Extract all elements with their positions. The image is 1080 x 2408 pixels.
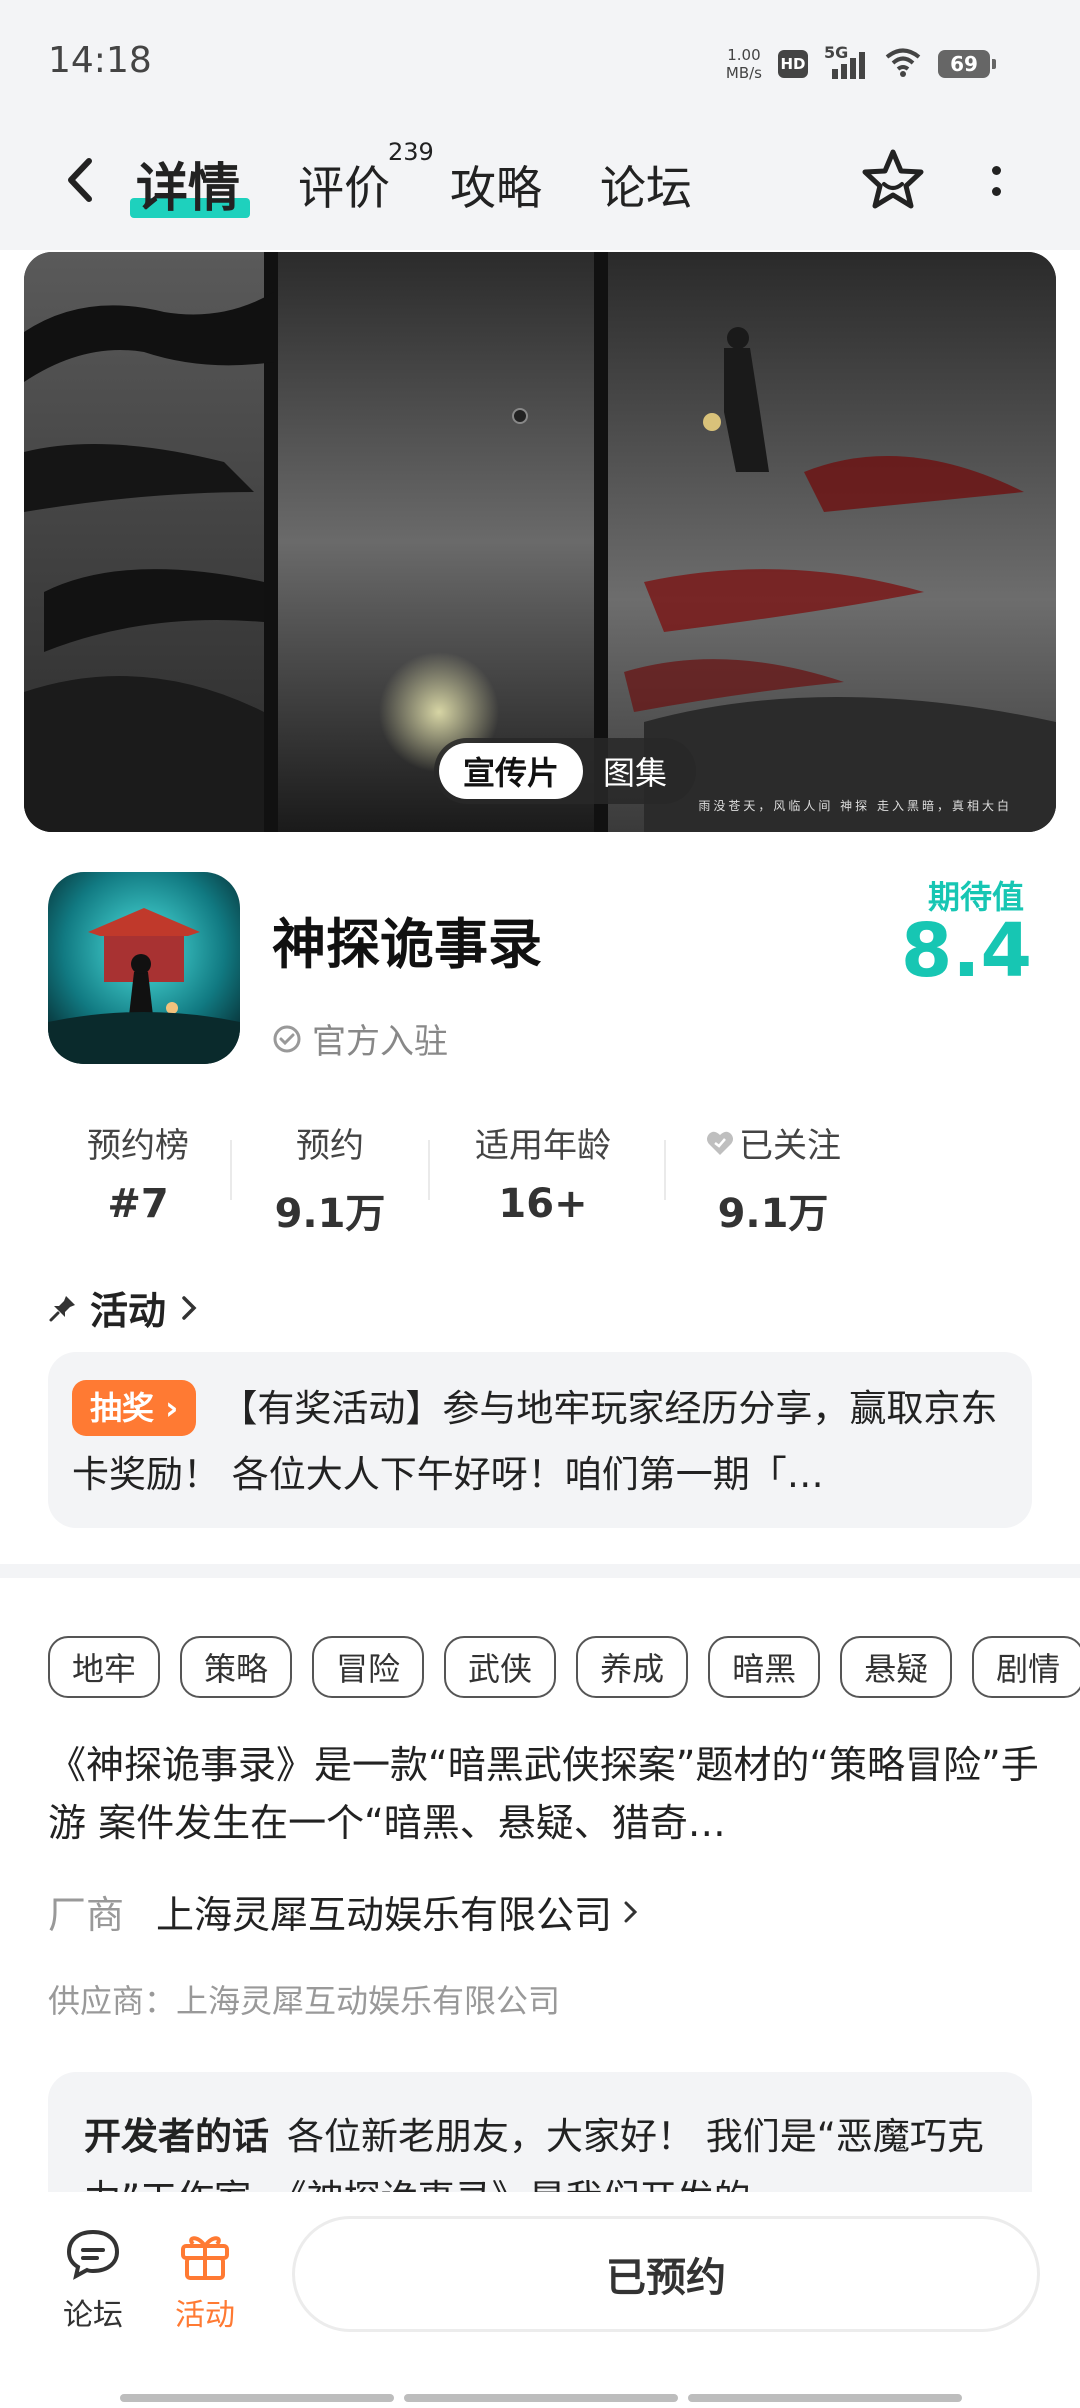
activity-header[interactable]: 活动 (48, 1280, 200, 1335)
more-button[interactable] (976, 156, 1016, 206)
check-circle-icon (273, 1025, 301, 1052)
chat-bubble-icon (66, 2229, 120, 2280)
star-icon (862, 149, 924, 209)
media-toggle: 宣传片 图集 (434, 738, 696, 804)
promo-banner[interactable]: 宣传片 图集 雨没苍天，风临人间 神探 走入黑暗，真相大白 (24, 252, 1056, 832)
supplier-text: 供应商：上海灵犀互动娱乐有限公司 (48, 1982, 561, 2020)
tag[interactable]: 养成 (576, 1636, 689, 1698)
top-nav: 详情 评价 239 攻略 论坛 (0, 130, 1080, 230)
forum-label: 论坛 (63, 2298, 123, 2333)
pin-icon (49, 1295, 75, 1321)
gift-icon (181, 2236, 229, 2280)
chevron-left-icon (68, 158, 92, 202)
chevron-right-icon (624, 1901, 638, 1922)
tag[interactable]: 武侠 (444, 1636, 557, 1698)
stats-row: 预约榜 #7 预约 9.1万 适用年龄 16+ 已关注 9.1万 (48, 1118, 1048, 1237)
vendor-name: 上海灵犀互动娱乐有限公司 (156, 1893, 613, 1937)
activity-tab-label: 活动 (175, 2298, 235, 2333)
more-dot (991, 166, 1001, 175)
back-button[interactable] (50, 150, 110, 210)
vendor-row[interactable]: 厂商 上海灵犀互动娱乐有限公司 (48, 1884, 642, 1939)
tag[interactable]: 剧情 (972, 1636, 1080, 1698)
battery-icon: 69 (938, 50, 996, 78)
chevron-right-icon (182, 1295, 197, 1320)
tab-review[interactable]: 评价 (298, 152, 390, 218)
tab-gallery[interactable]: 图集 (583, 748, 687, 794)
activity-heading: 活动 (90, 1289, 167, 1333)
official-badge: 官方入驻 (272, 1014, 448, 1063)
tag[interactable]: 暗黑 (708, 1636, 821, 1698)
signal-icon: 5G (824, 43, 868, 81)
stat-divider (428, 1140, 430, 1200)
network-speed: 1.00 MB/s (725, 46, 762, 82)
bottom-action-bar: 论坛 活动 已预约 (0, 2192, 1080, 2408)
developer-note-label: 开发者的话 (84, 2115, 269, 2158)
forum-button[interactable]: 论坛 (48, 2226, 138, 2334)
status-time: 14:18 (48, 40, 152, 81)
tab-forum[interactable]: 论坛 (600, 152, 692, 218)
stat-divider (664, 1140, 666, 1200)
section-divider (0, 1564, 1080, 1578)
more-dot (991, 187, 1001, 196)
status-bar: 14:18 1.00 MB/s HD 5G 69 (0, 0, 1080, 120)
game-icon[interactable] (48, 872, 240, 1064)
stat-rank[interactable]: 预约榜 #7 (78, 1118, 198, 1227)
stat-age[interactable]: 适用年龄 16+ (468, 1118, 618, 1227)
stat-divider (230, 1140, 232, 1200)
expect-value: 8.4 (900, 908, 1032, 994)
game-logo-image (48, 872, 240, 1064)
tab-trailer[interactable]: 宣传片 (439, 743, 584, 799)
favorite-button[interactable] (858, 146, 928, 216)
vendor-label: 厂商 (48, 1893, 125, 1937)
stat-reservations[interactable]: 预约 9.1万 (270, 1118, 390, 1239)
activity-text: 【有奖活动】参与地牢玩家经历分享，赢取京东卡奖励！ 各位大人下午好呀！咱们第一期… (72, 1387, 998, 1496)
game-description[interactable]: 《神探诡事录》是一款“暗黑武侠探案”题材的“策略冒险”手游 案件发生在一个“暗黑… (48, 1736, 1048, 1852)
official-label: 官方入驻 (312, 1022, 448, 1062)
banner-caption: 雨没苍天，风临人间 神探 走入黑暗，真相大白 (698, 799, 1012, 813)
tag-list: 地牢 策略 冒险 武侠 养成 暗黑 悬疑 剧情 (48, 1636, 1080, 1706)
tag[interactable]: 策略 (180, 1636, 293, 1698)
review-count-badge: 239 (388, 138, 434, 166)
heart-icon (707, 1131, 733, 1155)
wifi-icon (884, 47, 922, 81)
game-title: 神探诡事录 (272, 913, 542, 976)
tag[interactable]: 冒险 (312, 1636, 425, 1698)
hd-icon: HD (778, 50, 808, 78)
reserved-button[interactable]: 已预约 (292, 2216, 1040, 2332)
tab-guide[interactable]: 攻略 (450, 152, 542, 218)
stat-followed[interactable]: 已关注 9.1万 (698, 1118, 848, 1239)
lottery-badge: 抽奖 › (72, 1380, 197, 1436)
status-icons: 1.00 MB/s HD 5G 69 (725, 43, 996, 84)
activity-button[interactable]: 活动 (160, 2226, 250, 2334)
activity-card[interactable]: 抽奖 › 【有奖活动】参与地牢玩家经历分享，赢取京东卡奖励！ 各位大人下午好呀！咱… (48, 1352, 1032, 1528)
home-indicator[interactable] (120, 2394, 962, 2402)
tag[interactable]: 地牢 (48, 1636, 161, 1698)
tag[interactable]: 悬疑 (840, 1636, 953, 1698)
tab-detail[interactable]: 详情 (136, 146, 240, 221)
